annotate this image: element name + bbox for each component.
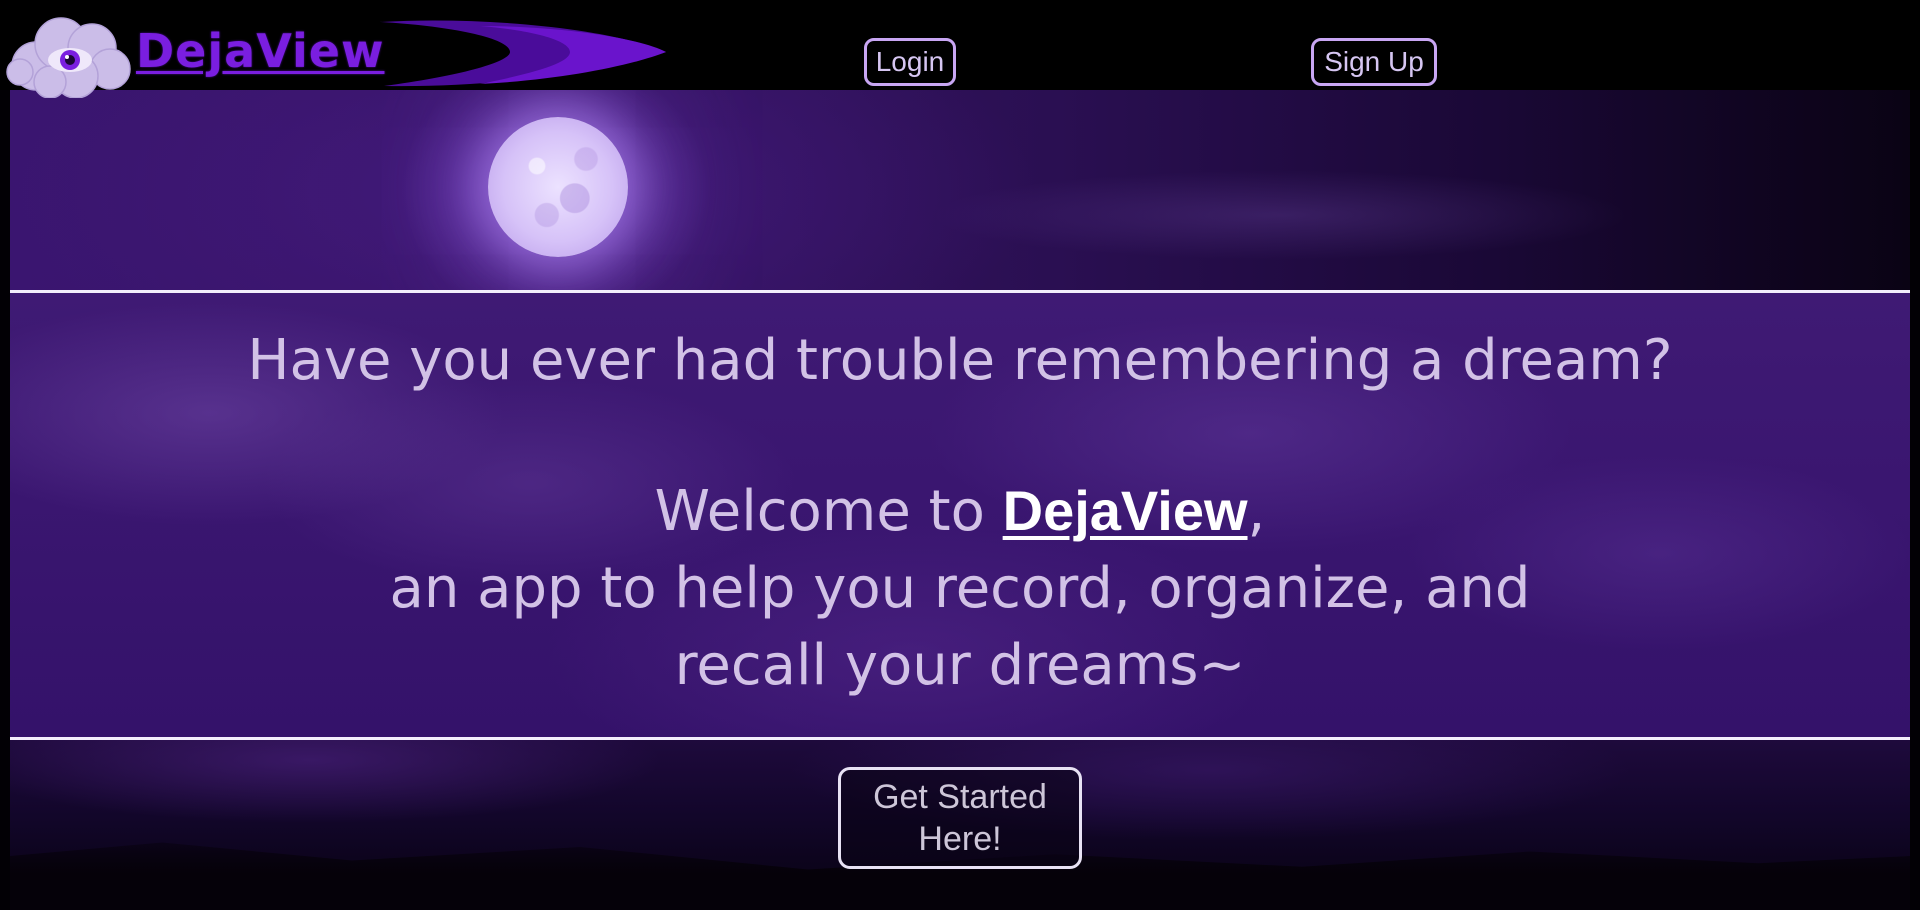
welcome-suffix: , bbox=[1247, 479, 1266, 544]
hero-welcome: Welcome to DejaView, bbox=[10, 483, 1910, 540]
hero-description-line2: recall your dreams~ bbox=[674, 633, 1246, 698]
welcome-brand-link[interactable]: DejaView bbox=[1003, 479, 1248, 542]
landing-page: DejaView Login Sign Up Have you ever had… bbox=[0, 0, 1920, 910]
get-started-label-line2: Here! bbox=[918, 820, 1002, 858]
divider-top bbox=[10, 290, 1910, 293]
get-started-label-line1: Get Started bbox=[873, 778, 1047, 816]
swoosh-icon bbox=[380, 20, 666, 87]
divider-bottom bbox=[10, 737, 1910, 740]
signup-button[interactable]: Sign Up bbox=[1311, 38, 1437, 86]
login-button[interactable]: Login bbox=[864, 38, 956, 86]
hero-question: Have you ever had trouble remembering a … bbox=[247, 328, 1673, 393]
eye-cloud-icon bbox=[6, 17, 131, 98]
hero-section: Have you ever had trouble remembering a … bbox=[10, 293, 1910, 737]
moon-image bbox=[488, 117, 628, 257]
header: DejaView Login Sign Up bbox=[0, 0, 1920, 98]
night-sky-banner bbox=[10, 90, 1910, 290]
sky-haze bbox=[930, 170, 1630, 260]
brand-logo-link[interactable]: DejaView bbox=[136, 28, 384, 74]
hero-description-line1: an app to help you record, organize, and bbox=[389, 556, 1531, 621]
welcome-prefix: Welcome to bbox=[654, 479, 1003, 544]
get-started-button[interactable]: Get Started Here! bbox=[838, 767, 1082, 869]
